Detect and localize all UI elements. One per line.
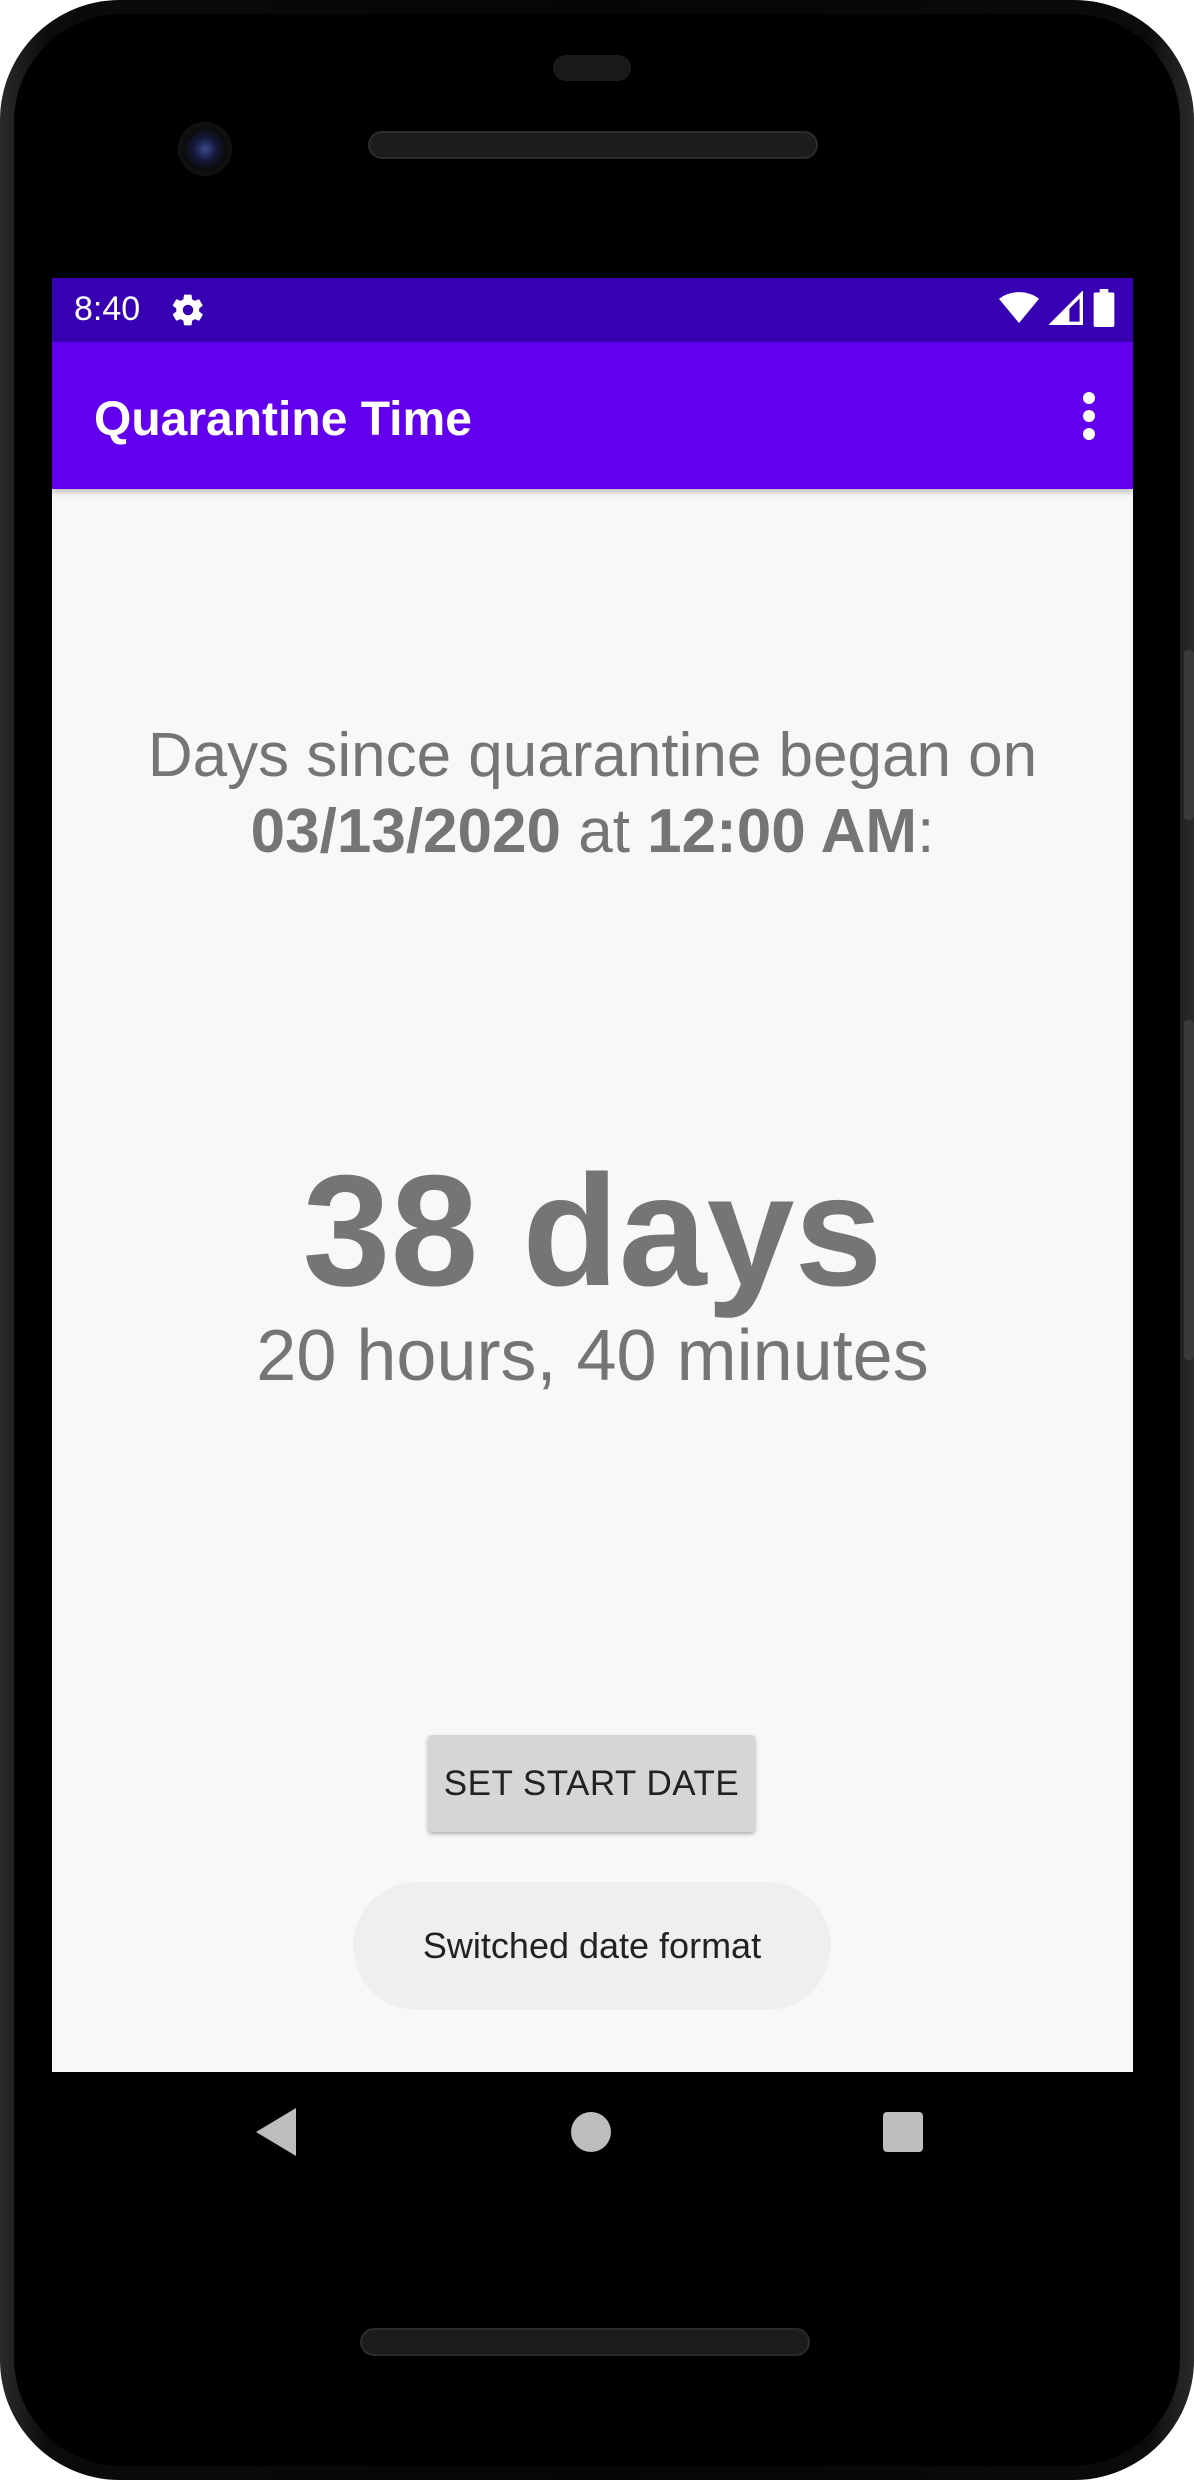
start-date: 03/13/2020 — [250, 797, 561, 866]
front-camera — [178, 122, 232, 176]
toast-message: Switched date format — [353, 1882, 831, 2010]
days-count: 38 days — [302, 1143, 883, 1319]
volume-button — [1184, 1020, 1194, 1360]
bottom-speaker — [360, 2328, 810, 2356]
recents-icon[interactable] — [883, 2112, 923, 2152]
start-time: 12:00 AM — [647, 797, 918, 866]
colon: : — [917, 797, 935, 866]
overflow-menu-icon[interactable] — [1079, 390, 1099, 442]
quarantine-start-description: Days since quarantine began on 03/13/202… — [52, 718, 1133, 870]
top-speaker — [368, 131, 818, 159]
toast-text: Switched date format — [422, 1925, 762, 1966]
hours-minutes-remainder: 20 hours, 40 minutes — [256, 1316, 929, 1396]
wifi-icon — [999, 291, 1039, 330]
back-icon[interactable] — [256, 2108, 296, 2161]
intro-prefix: Days since quarantine began on — [147, 721, 1038, 790]
status-bar: 8:40 — [52, 278, 1133, 342]
settings-gear-icon — [170, 292, 206, 328]
battery-icon — [1093, 288, 1115, 332]
status-icons — [999, 288, 1115, 332]
app-title: Quarantine Time — [94, 393, 472, 446]
power-button — [1184, 650, 1194, 820]
app-bar: Quarantine Time — [52, 342, 1133, 489]
status-time: 8:40 — [74, 290, 141, 328]
screen: 8:40 Quarantine Time Days since quaranti… — [52, 278, 1133, 2072]
start-datetime-line: 03/13/2020 at 12:00 AM: — [52, 794, 1133, 870]
phone-frame: 8:40 Quarantine Time Days since quaranti… — [0, 0, 1194, 2480]
home-icon[interactable] — [571, 2112, 611, 2152]
at-word: at — [560, 797, 648, 866]
set-start-date-button[interactable]: SET START DATE — [428, 1735, 755, 1832]
proximity-sensor — [553, 55, 631, 81]
navigation-bar — [52, 2072, 1133, 2202]
cellular-signal-icon — [1048, 289, 1083, 330]
